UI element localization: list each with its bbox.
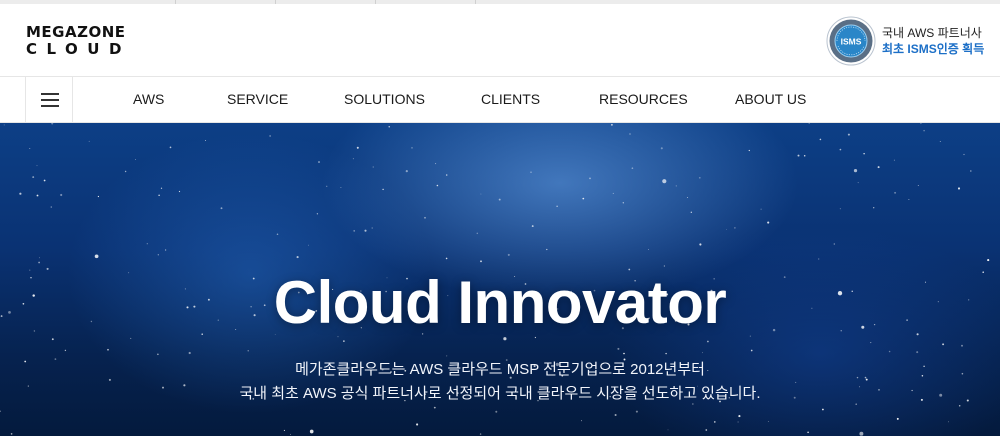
megazone-cloud-logo[interactable]: MEGAZONE CLOUD <box>26 24 138 58</box>
logo-line2: CLOUD <box>26 40 131 58</box>
nav-item-solutions[interactable]: SOLUTIONS <box>344 77 425 122</box>
badge-text: ISMS <box>841 37 862 47</box>
hero-title: Cloud Innovator <box>273 269 727 336</box>
main-nav: AWS SERVICE SOLUTIONS CLIENTS RESOURCES … <box>0 76 1000 123</box>
hero-subtitle-line1: 메가존클라우드는 AWS 클라우드 MSP 전문기업으로 2012년부터 <box>295 361 705 378</box>
site-header: MEGAZONE CLOUD ISMS 국내 AWS 파트너사 최초 ISMS인… <box>0 4 1000 76</box>
partner-line1: 국내 AWS 파트너사 <box>882 26 982 40</box>
nav-item-service[interactable]: SERVICE <box>227 77 288 122</box>
hero-banner: Cloud Innovator 메가존클라우드는 AWS 클라우드 MSP 전문… <box>0 123 1000 436</box>
partner-info: 국내 AWS 파트너사 최초 ISMS인증 획득 <box>882 25 994 57</box>
nav-item-aws[interactable]: AWS <box>133 77 164 122</box>
hero-subtitle: 메가존클라우드는 AWS 클라우드 MSP 전문기업으로 2012년부터 국내 … <box>0 358 1000 406</box>
menu-button[interactable] <box>25 77 73 122</box>
hero-subtitle-line2: 국내 최초 AWS 공식 파트너사로 선정되어 국내 클라우드 시장을 선도하고… <box>239 385 761 402</box>
nav-item-about-us[interactable]: ABOUT US <box>735 77 806 122</box>
isms-badge-icon: ISMS <box>826 16 876 66</box>
nav-item-clients[interactable]: CLIENTS <box>481 77 540 122</box>
logo-line1: MEGAZONE <box>26 23 126 41</box>
partner-line2: 최초 ISMS인증 획득 <box>882 42 985 56</box>
nav-item-resources[interactable]: RESOURCES <box>599 77 688 122</box>
